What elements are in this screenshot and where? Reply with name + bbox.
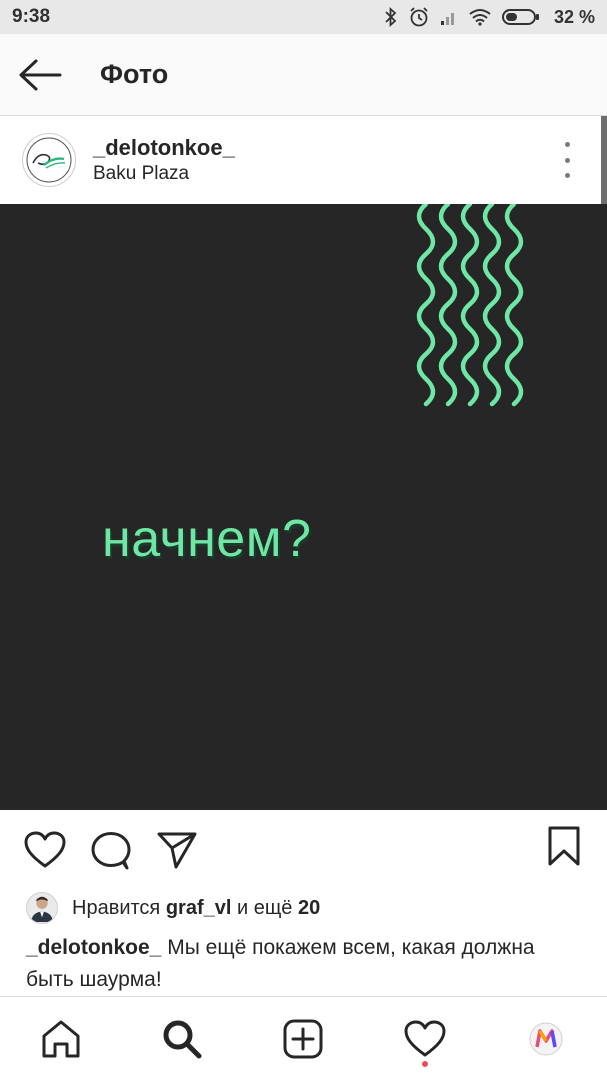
post-meta: _delotonkoe_ Baku Plaza bbox=[93, 134, 235, 186]
post-author-avatar[interactable] bbox=[22, 133, 76, 187]
nav-add-post[interactable] bbox=[273, 1009, 333, 1069]
bookmark-icon bbox=[548, 826, 580, 866]
post-header: _delotonkoe_ Baku Plaza bbox=[0, 116, 607, 204]
app-header: Фото bbox=[0, 34, 607, 116]
status-bar: 9:38 32 % bbox=[0, 0, 607, 34]
battery-percent: 32 % bbox=[553, 6, 595, 27]
likes-count[interactable]: 20 bbox=[298, 897, 320, 920]
arrow-left-icon bbox=[19, 59, 62, 90]
post-image[interactable]: начнем? bbox=[0, 204, 607, 810]
home-icon bbox=[42, 1020, 80, 1057]
post-username[interactable]: _delotonkoe_ bbox=[93, 134, 235, 162]
nav-home[interactable] bbox=[31, 1009, 91, 1069]
share-button[interactable] bbox=[154, 827, 200, 873]
likes-user[interactable]: graf_vl bbox=[166, 897, 232, 920]
add-post-icon bbox=[283, 1019, 323, 1058]
status-time: 9:38 bbox=[12, 6, 51, 27]
save-button[interactable] bbox=[547, 825, 581, 872]
post-image-text: начнем? bbox=[102, 510, 312, 568]
like-button[interactable] bbox=[22, 827, 68, 873]
signal-icon bbox=[440, 13, 454, 25]
wifi-icon bbox=[469, 9, 491, 26]
profile-icon bbox=[529, 1022, 563, 1055]
likes-prefix: Нравится bbox=[72, 896, 161, 919]
send-icon bbox=[157, 832, 197, 869]
status-icons: 32 % bbox=[384, 6, 595, 28]
notification-dot bbox=[421, 1060, 428, 1067]
page-title: Фото bbox=[100, 59, 169, 89]
battery-icon bbox=[501, 9, 539, 25]
likes-middle: и ещё bbox=[236, 896, 293, 919]
more-dot-icon bbox=[564, 157, 570, 163]
more-dot-icon bbox=[564, 142, 570, 147]
alarm-icon bbox=[410, 7, 428, 27]
bluetooth-icon bbox=[385, 7, 397, 27]
person-avatar-icon bbox=[30, 896, 54, 922]
post-caption: _delotonkoe_ Мы ещё покажем всем, какая … bbox=[26, 932, 586, 996]
comment-icon bbox=[91, 832, 131, 870]
post-location[interactable]: Baku Plaza bbox=[93, 162, 235, 186]
back-button[interactable] bbox=[0, 34, 80, 116]
nav-profile[interactable] bbox=[516, 1009, 576, 1069]
nav-search[interactable] bbox=[152, 1009, 212, 1069]
likes-summary[interactable]: Нравится graf_vl и ещё 20 bbox=[26, 888, 320, 928]
activity-heart-icon bbox=[404, 1020, 446, 1056]
search-icon bbox=[163, 1020, 202, 1058]
comment-button[interactable] bbox=[88, 827, 134, 873]
more-dot-icon bbox=[564, 173, 570, 178]
heart-icon bbox=[24, 831, 66, 868]
nav-activity[interactable] bbox=[395, 1009, 455, 1069]
more-options-button[interactable] bbox=[559, 142, 575, 178]
post-actions bbox=[0, 810, 607, 890]
caption-username[interactable]: _delotonkoe_ bbox=[26, 936, 161, 959]
wavy-lines-graphic bbox=[416, 204, 524, 407]
brand-logo-icon bbox=[26, 137, 72, 183]
scrollbar[interactable] bbox=[601, 116, 607, 204]
bottom-nav bbox=[0, 996, 607, 1080]
liker-avatar bbox=[26, 892, 58, 924]
